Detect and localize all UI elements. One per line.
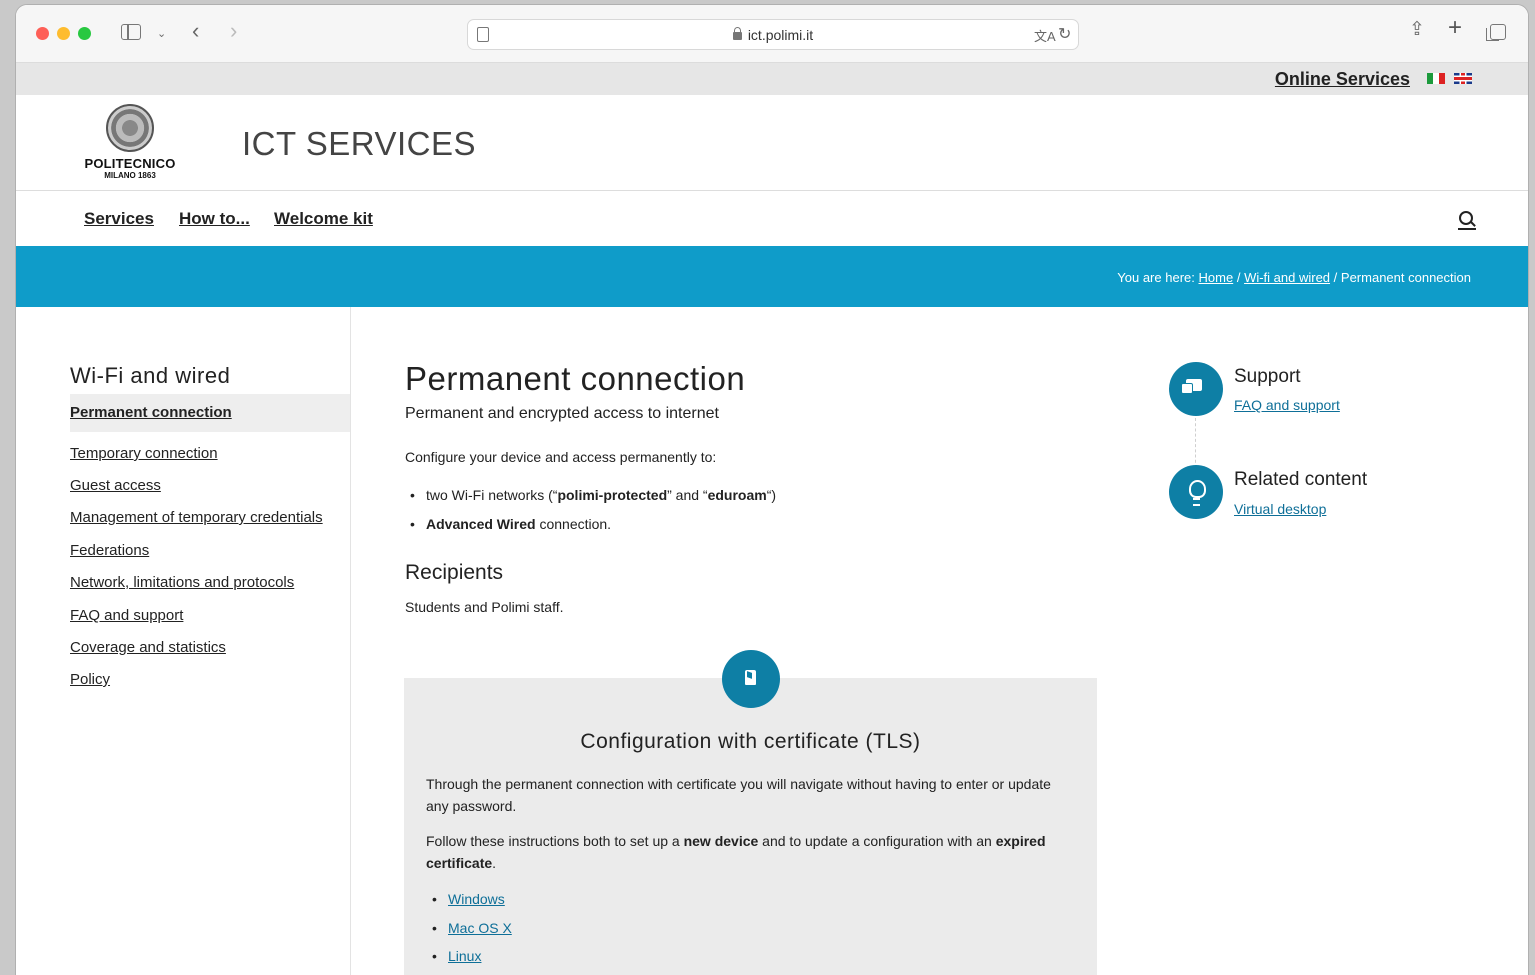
recipients-text: Students and Polimi staff. bbox=[405, 599, 564, 615]
site-title: ICT SERVICES bbox=[242, 125, 477, 162]
book-icon bbox=[722, 650, 780, 708]
config-paragraph-2: Follow these instructions both to set up… bbox=[426, 830, 1076, 874]
virtual-desktop-link[interactable]: Virtual desktop bbox=[1234, 501, 1326, 517]
forward-arrow-icon[interactable]: › bbox=[230, 20, 237, 42]
faq-support-link[interactable]: FAQ and support bbox=[1234, 397, 1340, 413]
text: two Wi-Fi networks (“ bbox=[426, 487, 558, 503]
sidebar-toggle-icon[interactable] bbox=[121, 24, 141, 40]
section-sidebar: Wi-Fi and wired Permanent connection Tem… bbox=[16, 307, 351, 975]
breadcrumb: You are here: Home / Wi-fi and wired / P… bbox=[1117, 270, 1471, 285]
sidebar-item-temporary-credentials[interactable]: Management of temporary credentials bbox=[70, 509, 323, 526]
sidebar-item-permanent-connection[interactable]: Permanent connection bbox=[70, 394, 350, 432]
emphasis: new device bbox=[683, 833, 759, 849]
minimize-window-button[interactable] bbox=[57, 27, 70, 40]
list-item: Windows bbox=[432, 891, 505, 907]
utility-bar: Online Services bbox=[16, 63, 1528, 95]
breadcrumb-band: You are here: Home / Wi-fi and wired / P… bbox=[16, 246, 1528, 307]
share-icon[interactable]: ⇪ bbox=[1409, 20, 1425, 39]
text: Follow these instructions both to set up… bbox=[426, 833, 684, 849]
text: . bbox=[492, 855, 497, 871]
online-services-link[interactable]: Online Services bbox=[1275, 69, 1410, 90]
breadcrumb-current: Permanent connection bbox=[1340, 270, 1471, 285]
breadcrumb-prefix: You are here: bbox=[1117, 270, 1195, 285]
logo-subtitle: MILANO 1863 bbox=[104, 171, 156, 180]
recipients-heading: Recipients bbox=[405, 561, 504, 584]
back-arrow-icon[interactable]: ‹ bbox=[192, 20, 199, 42]
english-flag-icon[interactable] bbox=[1454, 73, 1472, 84]
sidebar-item-label: Permanent connection bbox=[70, 404, 232, 421]
list-item: Advanced Wired connection. bbox=[410, 516, 612, 532]
site-header: POLITECNICO MILANO 1863 ICT SERVICES bbox=[16, 95, 1528, 191]
address-bar[interactable]: ict.polimi.it 文A ↻ bbox=[467, 19, 1079, 50]
breadcrumb-parent[interactable]: Wi-fi and wired bbox=[1244, 270, 1330, 285]
chevron-down-icon[interactable]: ⌄ bbox=[157, 25, 166, 43]
sidebar-item-network[interactable]: Network, limitations and protocols bbox=[70, 574, 294, 591]
tab-overview-icon[interactable] bbox=[1486, 24, 1506, 41]
lock-icon bbox=[732, 27, 742, 40]
sidebar-item-temporary-connection[interactable]: Temporary connection bbox=[70, 445, 218, 462]
windows-link[interactable]: Windows bbox=[448, 891, 505, 907]
url-value: ict.polimi.it bbox=[747, 27, 814, 43]
zoom-window-button[interactable] bbox=[78, 27, 91, 40]
list-item: Linux bbox=[432, 948, 482, 964]
chat-bubble-icon bbox=[1181, 379, 1202, 394]
support-title: Support bbox=[1234, 366, 1301, 387]
list-item: Mac OS X bbox=[432, 920, 512, 936]
url-text[interactable]: ict.polimi.it bbox=[468, 27, 1078, 43]
sidebar-title: Wi-Fi and wired bbox=[70, 363, 231, 388]
nav-services[interactable]: Services bbox=[84, 209, 154, 229]
connection-type: Advanced Wired bbox=[426, 516, 536, 532]
sidebar-item-guest-access[interactable]: Guest access bbox=[70, 477, 161, 494]
config-paragraph-1: Through the permanent connection with ce… bbox=[426, 776, 1051, 814]
lightbulb-icon bbox=[1189, 480, 1206, 506]
main-navigation: Services How to... Welcome kit bbox=[16, 191, 1528, 246]
browser-toolbar: ⌄ ‹ › ict.polimi.it 文A ↻ ⇪ + bbox=[16, 5, 1528, 63]
mac-os-x-link[interactable]: Mac OS X bbox=[448, 920, 512, 936]
university-seal-icon bbox=[106, 104, 154, 152]
breadcrumb-separator: / bbox=[1236, 270, 1241, 285]
text: connection. bbox=[535, 516, 612, 532]
page-title: Permanent connection bbox=[405, 360, 746, 397]
network-name: eduroam bbox=[707, 487, 767, 503]
translate-icon[interactable]: 文A bbox=[1034, 26, 1056, 45]
close-window-button[interactable] bbox=[36, 27, 49, 40]
breadcrumb-home[interactable]: Home bbox=[1199, 270, 1234, 285]
text: “) bbox=[766, 487, 777, 503]
support-chat-icon bbox=[1169, 362, 1223, 416]
new-tab-icon[interactable]: + bbox=[1448, 16, 1462, 40]
nav-welcome-kit[interactable]: Welcome kit bbox=[274, 209, 373, 229]
aside-divider bbox=[1195, 418, 1196, 468]
linux-link[interactable]: Linux bbox=[448, 948, 481, 964]
related-content-title: Related content bbox=[1234, 469, 1368, 490]
list-item: two Wi-Fi networks (“polimi-protected” a… bbox=[410, 487, 777, 503]
search-icon[interactable] bbox=[1458, 211, 1476, 230]
logo-name: POLITECNICO bbox=[84, 156, 176, 171]
sidebar-item-federations[interactable]: Federations bbox=[70, 542, 149, 559]
config-card-title: Configuration with certificate (TLS) bbox=[580, 730, 921, 753]
related-content-icon bbox=[1169, 465, 1223, 519]
sidebar-item-coverage[interactable]: Coverage and statistics bbox=[70, 639, 226, 656]
italian-flag-icon[interactable] bbox=[1427, 73, 1445, 84]
browser-window: ⌄ ‹ › ict.polimi.it 文A ↻ ⇪ + Online Serv… bbox=[16, 5, 1528, 975]
sidebar-item-faq[interactable]: FAQ and support bbox=[70, 607, 183, 624]
reload-icon[interactable]: ↻ bbox=[1058, 24, 1071, 44]
sidebar-item-policy[interactable]: Policy bbox=[70, 671, 110, 688]
nav-how-to[interactable]: How to... bbox=[179, 209, 250, 229]
breadcrumb-separator: / bbox=[1333, 270, 1338, 285]
page-subtitle: Permanent and encrypted access to intern… bbox=[405, 405, 719, 422]
network-name: polimi-protected bbox=[557, 487, 668, 503]
text: and to update a configuration with an bbox=[758, 833, 996, 849]
text: ” and “ bbox=[667, 487, 708, 503]
polimi-logo[interactable]: POLITECNICO MILANO 1863 bbox=[78, 104, 182, 182]
intro-text: Configure your device and access permane… bbox=[405, 449, 717, 465]
